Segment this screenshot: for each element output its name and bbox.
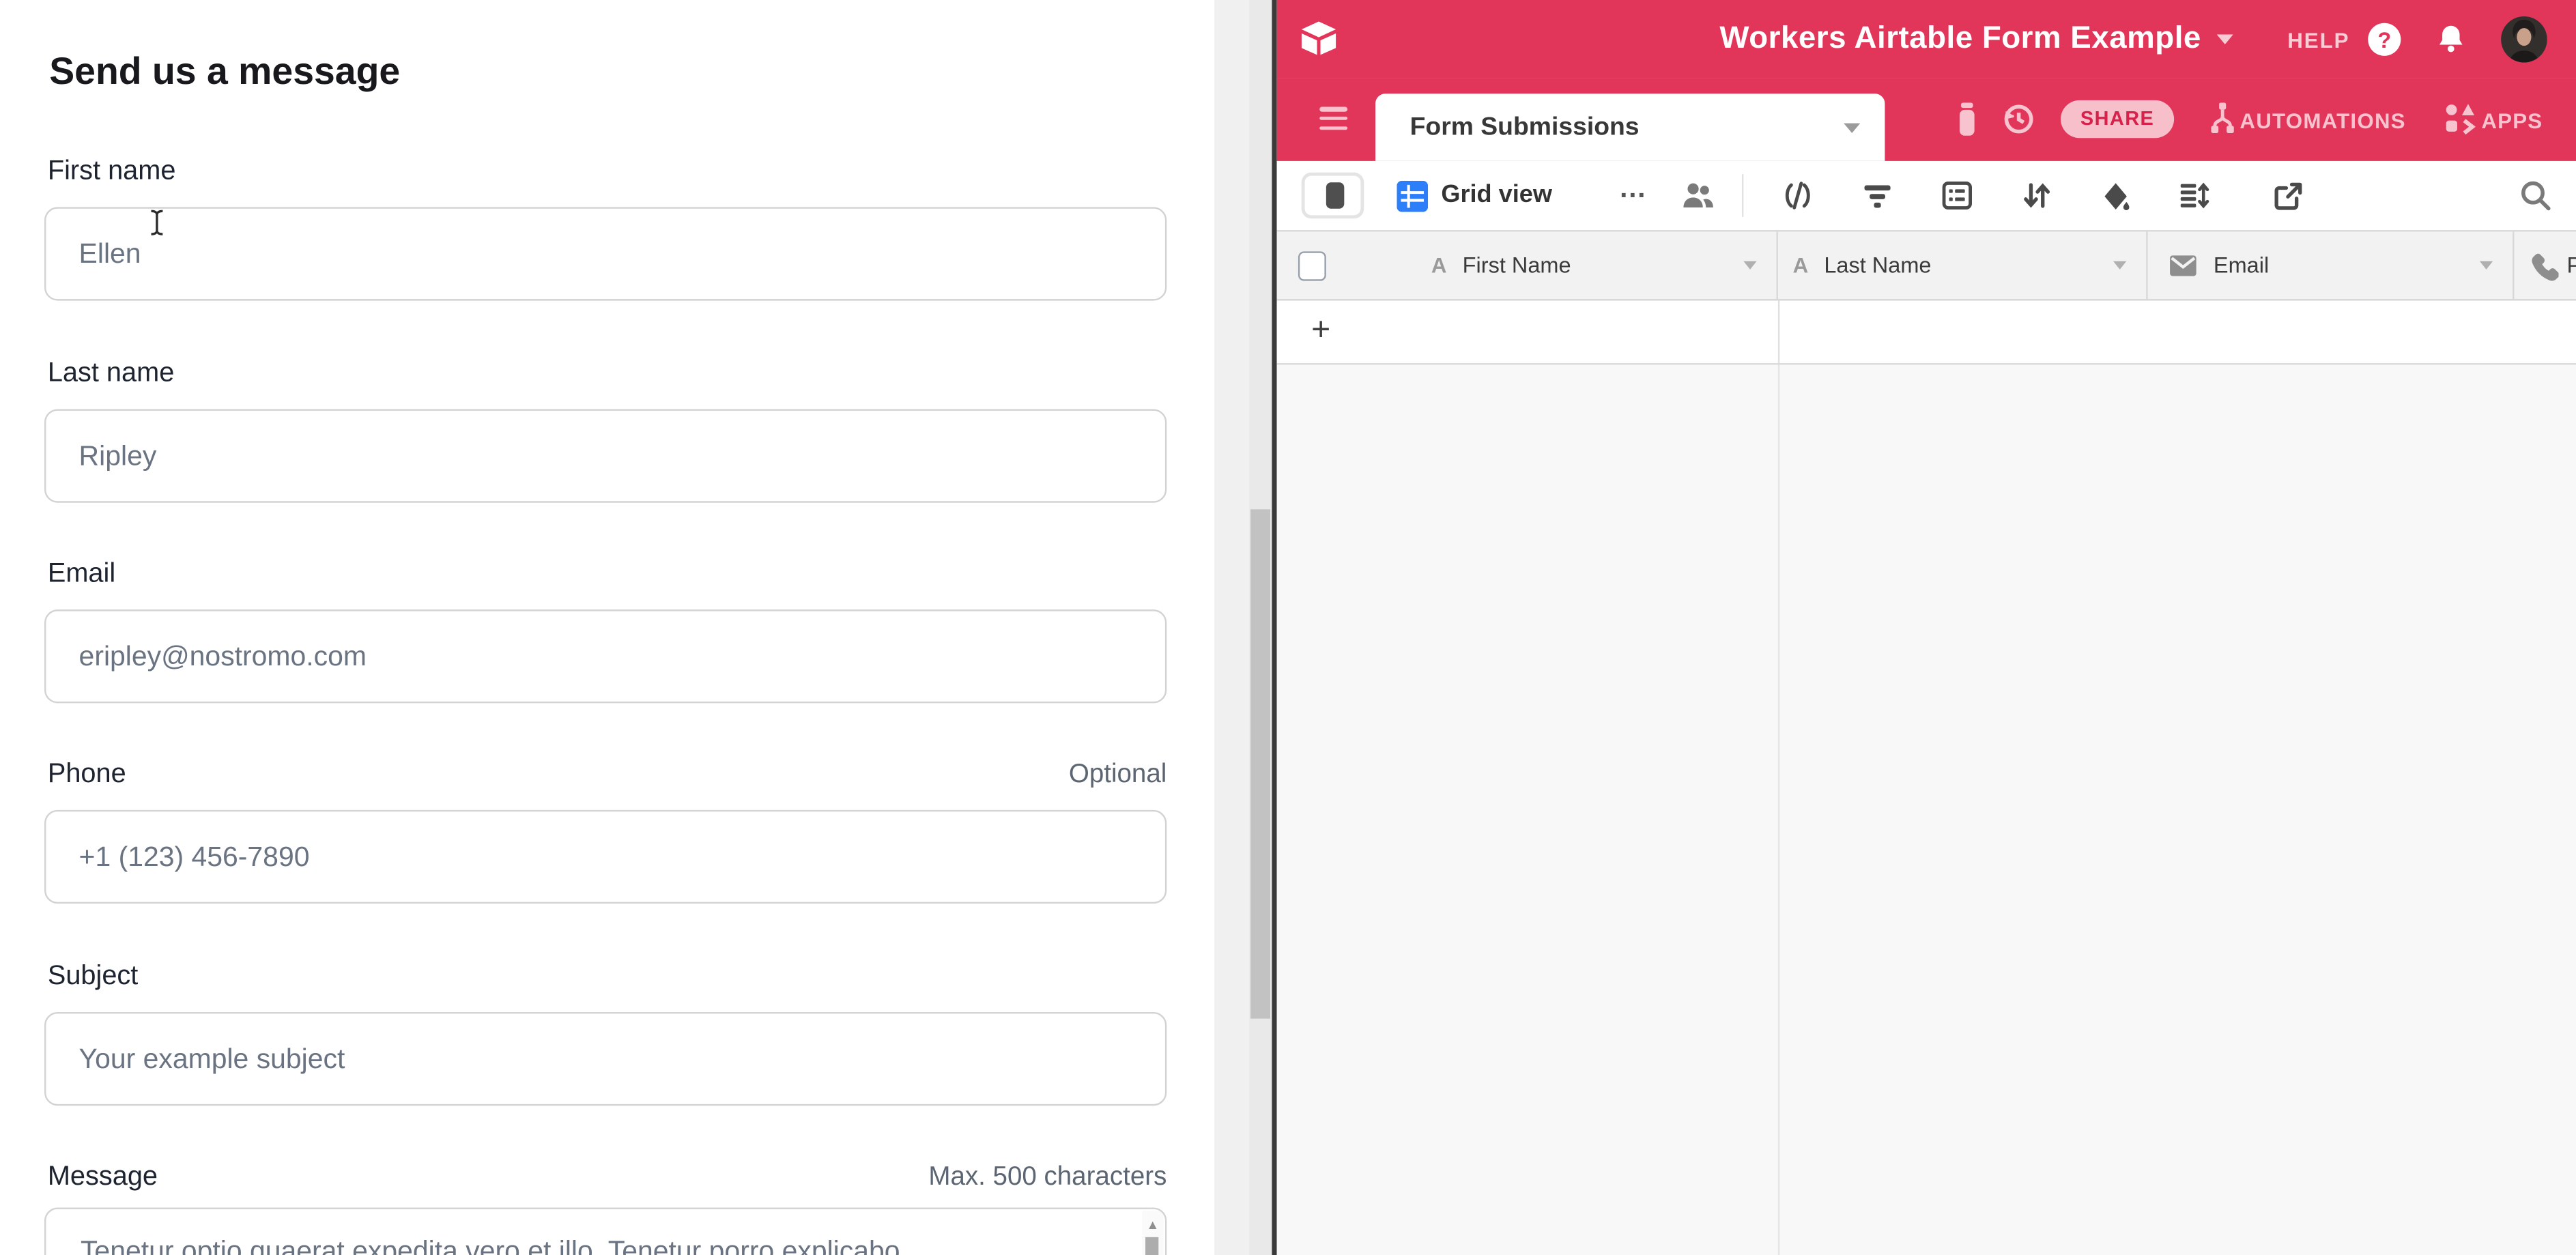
phone-field-type-icon (2529, 251, 2558, 289)
scroll-up-arrow-icon[interactable]: ▲ (1142, 1217, 1163, 1232)
contact-form-pane: Send us a message First name Last name E… (0, 0, 1214, 1255)
frozen-column-divider (1778, 301, 1779, 363)
column-label: First Name (1463, 253, 1571, 278)
view-options-ellipsis[interactable]: … (1618, 173, 1648, 205)
subject-input[interactable] (44, 1012, 1167, 1106)
add-row-plus-icon[interactable]: + (1311, 312, 1330, 349)
phone-optional-hint: Optional (1069, 761, 1167, 790)
column-header-email[interactable]: Email (2148, 231, 2515, 299)
user-avatar[interactable] (2501, 16, 2547, 62)
history-icon[interactable] (2001, 102, 2036, 145)
add-row-strip[interactable]: + (1277, 301, 2576, 365)
text-cursor-icon (148, 209, 166, 245)
share-button[interactable]: SHARE (2061, 100, 2174, 138)
row-height-icon[interactable] (2177, 181, 2210, 218)
notifications-bell-icon[interactable] (2435, 23, 2467, 63)
table-tab-form-submissions[interactable]: Form Submissions (1375, 93, 1885, 161)
airtable-pane: Workers Airtable Form Example HELP ? (1277, 0, 2576, 1255)
column-caret-icon[interactable] (1743, 261, 1756, 270)
color-icon[interactable] (2100, 181, 2132, 220)
base-title: Workers Airtable Form Example (1719, 21, 2201, 57)
phone-label: Phone (48, 759, 126, 790)
table-tab-label: Form Submissions (1410, 93, 1640, 161)
message-scroll-thumb[interactable] (1145, 1237, 1158, 1255)
column-header-first-name[interactable]: A First Name (1277, 231, 1778, 299)
page-scrollbar-thumb[interactable] (1250, 509, 1270, 1018)
window-divider (1272, 0, 1276, 1255)
message-text: Tenetur optio quaerat expedita vero et i… (81, 1235, 900, 1255)
phone-group: Phone Optional (44, 759, 1167, 917)
message-textarea[interactable]: Tenetur optio quaerat expedita vero et i… (44, 1208, 1167, 1255)
select-all-checkbox[interactable] (1298, 251, 1326, 280)
column-header-last-name[interactable]: A Last Name (1778, 231, 2148, 299)
view-sidebar-toggle-button[interactable] (1302, 173, 1364, 218)
automations-button[interactable]: AUTOMATIONS (2239, 109, 2405, 133)
email-input[interactable] (44, 609, 1167, 703)
apps-icon[interactable] (2444, 102, 2476, 143)
message-max-hint: Max. 500 characters (928, 1164, 1167, 1193)
text-field-type-icon: A (1431, 253, 1447, 278)
help-button[interactable]: HELP (2287, 28, 2349, 53)
sort-icon[interactable] (2021, 181, 2052, 218)
apps-button[interactable]: APPS (2481, 109, 2543, 133)
subject-group: Subject (44, 961, 1167, 1119)
phone-input[interactable] (44, 810, 1167, 904)
automations-icon[interactable] (2207, 102, 2238, 143)
column-label: Last Name (1824, 253, 1931, 278)
email-field-type-icon (2169, 253, 2197, 286)
email-group: Email (44, 559, 1167, 717)
first-name-group: First name (44, 156, 1167, 314)
sidebar-menu-icon[interactable] (1319, 106, 1347, 135)
form-pane-gutter (1214, 0, 1249, 1255)
help-question-icon[interactable]: ? (2368, 23, 2401, 56)
trash-icon[interactable] (1954, 102, 1981, 145)
grid-view-icon (1397, 181, 1428, 220)
last-name-label: Last name (48, 358, 174, 390)
base-title-caret-icon (2216, 35, 2233, 44)
column-header-phone[interactable]: Phone (2514, 231, 2576, 299)
group-icon[interactable] (1941, 181, 1973, 218)
form-title: Send us a message (49, 49, 400, 93)
frozen-column-divider-body (1778, 364, 1779, 1255)
airtable-logo-icon[interactable] (1298, 20, 1339, 66)
email-label: Email (48, 559, 115, 590)
toolbar-divider (1742, 174, 1743, 217)
share-view-icon[interactable] (2273, 181, 2304, 220)
subject-label: Subject (48, 961, 139, 992)
view-name[interactable]: Grid view (1441, 177, 1552, 214)
hide-fields-icon[interactable] (1781, 181, 1814, 218)
search-icon[interactable] (2519, 179, 2552, 220)
message-label: Message (48, 1162, 158, 1193)
table-tab-caret-icon[interactable] (1844, 124, 1860, 133)
last-name-input[interactable] (44, 409, 1167, 502)
filter-icon[interactable] (1862, 181, 1893, 218)
airtable-tabbar: Form Submissions SHARE (1277, 79, 2576, 161)
message-scrollbar[interactable]: ▲ (1142, 1211, 1163, 1255)
first-name-label: First name (48, 156, 176, 188)
text-field-type-icon: A (1793, 253, 1809, 278)
column-caret-icon[interactable] (2480, 261, 2493, 270)
question-glyph: ? (2377, 27, 2391, 52)
message-group: Message Max. 500 characters Tenetur opti… (44, 1162, 1167, 1255)
grid-header-row: A First Name A Last Name Email (1277, 230, 2576, 301)
collaborators-icon[interactable] (1681, 179, 1716, 218)
screenshot-root: Send us a message First name Last name E… (0, 0, 2576, 1255)
airtable-topbar: Workers Airtable Form Example HELP ? (1277, 0, 2576, 79)
column-label: Email (2214, 253, 2269, 278)
column-label: Phone (2567, 253, 2576, 278)
first-name-input[interactable] (44, 207, 1167, 300)
view-toolbar: Grid view … (1277, 161, 2576, 230)
last-name-group: Last name (44, 358, 1167, 516)
column-caret-icon[interactable] (2113, 261, 2126, 270)
